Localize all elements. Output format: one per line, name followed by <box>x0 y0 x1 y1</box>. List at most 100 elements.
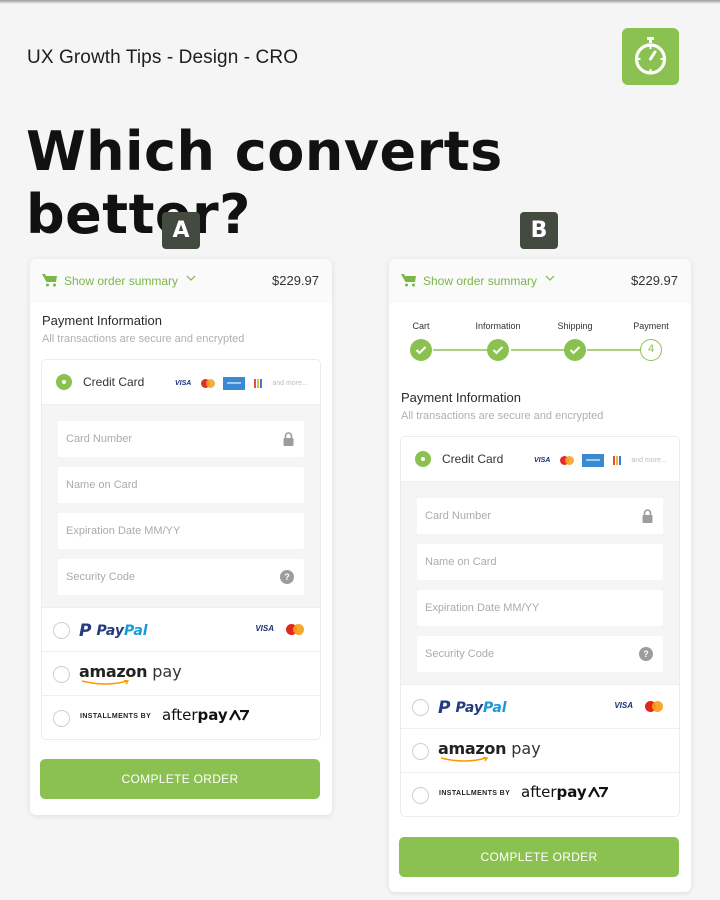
installments-label: INSTALLMENTS BY <box>80 713 152 720</box>
radio-unselected[interactable] <box>412 699 429 716</box>
payment-methods: Credit Card VISA and more... Card Number… <box>400 436 680 817</box>
step-connector <box>587 349 641 351</box>
payment-security-note: All transactions are secure and encrypte… <box>42 333 245 345</box>
installments-label: INSTALLMENTS BY <box>439 790 511 797</box>
payment-option-credit-card[interactable]: Credit Card VISA and more... <box>401 437 679 482</box>
chevron-down-icon <box>186 275 196 281</box>
visa-logo: VISA <box>534 456 551 464</box>
checkout-variant-a: Show order summary $229.97 Payment Infor… <box>30 259 332 815</box>
complete-order-button[interactable]: COMPLETE ORDER <box>399 837 679 877</box>
chevron-down-icon <box>545 275 555 281</box>
name-on-card-input[interactable] <box>58 467 304 503</box>
security-code-field[interactable]: ? <box>58 559 304 595</box>
step-payment-current: 4 <box>640 339 662 361</box>
afterpay-logo: afterpay <box>521 783 609 801</box>
show-order-summary-link[interactable]: Show order summary <box>64 274 178 288</box>
stopwatch-icon <box>622 28 679 85</box>
discover-logo <box>613 455 622 465</box>
discover-logo <box>254 378 263 388</box>
security-code-input[interactable] <box>58 559 304 595</box>
afterpay-logo: afterpay <box>162 706 250 724</box>
payment-option-afterpay[interactable]: INSTALLMENTS BY afterpay <box>401 772 679 816</box>
step-information-complete[interactable] <box>487 339 509 361</box>
amex-logo <box>223 376 246 390</box>
lock-icon <box>283 432 294 446</box>
mastercard-logo <box>286 624 304 635</box>
visa-logo: VISA <box>255 624 274 633</box>
payment-security-note: All transactions are secure and encrypte… <box>401 410 604 422</box>
step-label-payment: Payment <box>633 321 669 331</box>
payment-option-paypal[interactable]: P Pay Pal VISA <box>42 607 320 651</box>
checkout-progress-steps: Cart Information Shipping Payment 4 <box>389 319 691 369</box>
security-code-field[interactable]: ? <box>417 636 663 672</box>
order-total: $229.97 <box>272 273 319 288</box>
expiration-date-field[interactable] <box>417 590 663 626</box>
variant-b-badge: B <box>520 212 558 249</box>
complete-order-button[interactable]: COMPLETE ORDER <box>40 759 320 799</box>
radio-unselected[interactable] <box>412 743 429 760</box>
amazon-pay-logo: amazon pay <box>79 662 182 685</box>
payment-option-credit-card[interactable]: Credit Card VISA and more... <box>42 360 320 405</box>
brand-title: UX Growth Tips - Design - CRO <box>27 47 299 68</box>
payment-option-paypal[interactable]: P Pay Pal VISA <box>401 684 679 728</box>
mastercard-logo <box>560 455 575 465</box>
top-edge-shadow <box>0 0 720 4</box>
visa-logo: VISA <box>175 379 192 387</box>
order-summary-bar[interactable]: Show order summary $229.97 <box>30 259 332 303</box>
paypal-logo: P Pay Pal <box>79 621 148 641</box>
checkmark-icon <box>492 346 504 355</box>
card-fields: ? <box>42 405 320 607</box>
mastercard-logo <box>201 378 216 388</box>
payment-option-amazon-pay[interactable]: amazon pay <box>401 728 679 772</box>
show-order-summary-link[interactable]: Show order summary <box>423 274 537 288</box>
name-on-card-input[interactable] <box>417 544 663 580</box>
checkmark-icon <box>415 346 427 355</box>
payment-option-amazon-pay[interactable]: amazon pay <box>42 651 320 695</box>
payment-option-afterpay[interactable]: INSTALLMENTS BY afterpay <box>42 695 320 739</box>
order-total: $229.97 <box>631 273 678 288</box>
card-brand-logos: VISA and more... <box>175 376 308 390</box>
card-fields: ? <box>401 482 679 684</box>
radio-unselected[interactable] <box>53 710 70 727</box>
card-number-field[interactable] <box>417 498 663 534</box>
expiration-date-input[interactable] <box>58 513 304 549</box>
step-cart-complete[interactable] <box>410 339 432 361</box>
card-number-field[interactable] <box>58 421 304 457</box>
credit-card-label: Credit Card <box>83 375 145 389</box>
expiration-date-field[interactable] <box>58 513 304 549</box>
cart-icon <box>401 274 416 287</box>
checkmark-icon <box>569 346 581 355</box>
amazon-pay-logo: amazon pay <box>438 739 541 762</box>
order-summary-bar[interactable]: Show order summary $229.97 <box>389 259 691 303</box>
mastercard-logo <box>645 701 663 712</box>
cart-icon <box>42 274 57 287</box>
radio-unselected[interactable] <box>53 622 70 639</box>
visa-logo: VISA <box>614 701 633 710</box>
step-label-information: Information <box>475 321 521 331</box>
card-number-input[interactable] <box>58 421 304 457</box>
name-on-card-field[interactable] <box>417 544 663 580</box>
step-shipping-complete[interactable] <box>564 339 586 361</box>
radio-unselected[interactable] <box>53 666 70 683</box>
name-on-card-field[interactable] <box>58 467 304 503</box>
payment-information-title: Payment Information <box>42 313 162 328</box>
expiration-date-input[interactable] <box>417 590 663 626</box>
radio-selected[interactable] <box>56 374 72 390</box>
paypal-logo: P Pay Pal <box>438 698 507 718</box>
radio-unselected[interactable] <box>412 787 429 804</box>
payment-methods: Credit Card VISA and more... Card Number… <box>41 359 321 740</box>
help-icon[interactable]: ? <box>280 570 294 584</box>
security-code-input[interactable] <box>417 636 663 672</box>
help-icon[interactable]: ? <box>639 647 653 661</box>
more-brands-text: and more... <box>272 379 308 387</box>
lock-icon <box>642 509 653 523</box>
payment-information-title: Payment Information <box>401 390 521 405</box>
credit-card-label: Credit Card <box>442 452 504 466</box>
step-label-cart: Cart <box>412 321 430 331</box>
card-number-input[interactable] <box>417 498 663 534</box>
amex-logo <box>582 453 605 467</box>
radio-selected[interactable] <box>415 451 431 467</box>
card-brand-logos: VISA and more... <box>534 453 667 467</box>
checkout-variant-b: Show order summary $229.97 Cart Informat… <box>389 259 691 892</box>
step-label-shipping: Shipping <box>557 321 593 331</box>
